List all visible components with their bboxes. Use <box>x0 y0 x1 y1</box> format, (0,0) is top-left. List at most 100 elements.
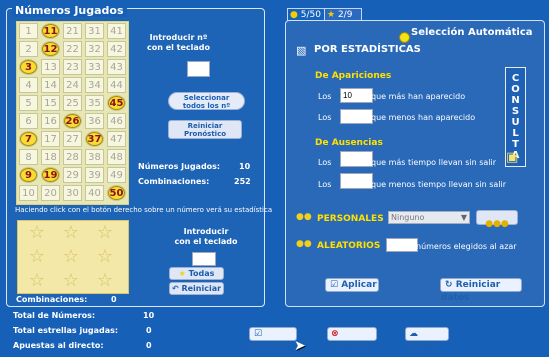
number-cell[interactable]: 19 <box>41 167 60 183</box>
number-cell[interactable]: 1 <box>19 23 38 39</box>
number-cell[interactable]: 39 <box>85 167 104 183</box>
number-cell[interactable]: 32 <box>85 41 104 57</box>
number-cell[interactable]: 38 <box>85 149 104 165</box>
number-keyboard-input[interactable] <box>187 61 210 77</box>
number-cell[interactable]: 20 <box>41 185 60 201</box>
number-cell[interactable]: 29 <box>63 167 82 183</box>
number-cell[interactable]: 23 <box>63 59 82 75</box>
star-icon: ★ <box>327 10 336 20</box>
number-cell[interactable]: 40 <box>85 185 104 201</box>
star-cell[interactable]: ☆ <box>96 248 114 266</box>
number-cell[interactable]: 2 <box>19 41 38 57</box>
help-button[interactable]: ☁ Ayuda <box>405 327 449 352</box>
number-cell[interactable]: 42 <box>107 41 126 57</box>
number-cell[interactable]: 22 <box>63 41 82 57</box>
numbers-played-value: 10 <box>239 162 251 171</box>
appearances-title: De Apariciones <box>315 71 392 81</box>
direct-bets-value: 0 <box>146 341 152 350</box>
direct-bets-label: Apuestas al directo: <box>13 341 104 350</box>
number-cell[interactable]: 25 <box>63 95 82 111</box>
select-all-numbers-button[interactable]: Seleccionar todos los nº <box>168 92 245 110</box>
personal-label: PERSONALES <box>317 214 384 224</box>
number-cell[interactable]: 41 <box>107 23 126 39</box>
edit-personal-button[interactable]: ●●● <box>476 210 518 229</box>
number-cell[interactable]: 13 <box>41 59 60 75</box>
stats-icon: ▧ <box>296 44 307 57</box>
reset-stars-button[interactable]: ↶ Reiniciar <box>169 282 224 295</box>
star-cell[interactable]: ☆ <box>28 272 46 290</box>
star-cell[interactable]: ☆ <box>62 272 80 290</box>
total-stars-label: Total estrellas jugadas: <box>13 326 119 335</box>
number-cell[interactable]: 48 <box>107 149 126 165</box>
star-cell[interactable]: ☆ <box>62 224 80 242</box>
number-cell[interactable]: 21 <box>63 23 82 39</box>
number-cell[interactable]: 47 <box>107 131 126 147</box>
cancel-button[interactable]: ⊗ Cancelar <box>327 327 377 352</box>
least-time-input[interactable] <box>340 173 373 189</box>
numbers-played-label: Números Jugados: <box>138 162 221 171</box>
number-cell[interactable]: 34 <box>85 77 104 93</box>
number-cell[interactable]: 37 <box>85 131 104 147</box>
reset-data-button[interactable]: ↻ Reiniciar datos <box>440 278 522 303</box>
least-appeared-input[interactable] <box>340 109 373 124</box>
los-label-1: Los <box>318 92 332 101</box>
check-icon: ☑ <box>330 280 339 290</box>
number-cell[interactable]: 44 <box>107 77 126 93</box>
number-cell[interactable]: 17 <box>41 131 60 147</box>
number-cell[interactable]: 4 <box>19 77 38 93</box>
star-cell[interactable]: ☆ <box>28 248 46 266</box>
number-cell[interactable]: 6 <box>19 113 38 129</box>
number-cell[interactable]: 11 <box>41 23 60 39</box>
number-cell[interactable]: 27 <box>63 131 82 147</box>
most-time-label: que más tiempo llevan sin salir <box>371 158 497 167</box>
personal-select[interactable]: Ninguno ▼ <box>388 211 470 224</box>
random-icon: ●● <box>296 239 312 249</box>
number-cell[interactable]: 35 <box>85 95 104 111</box>
number-cell[interactable]: 12 <box>41 41 60 57</box>
number-cell[interactable]: 10 <box>19 185 38 201</box>
accept-button[interactable]: ☑ Aceptar <box>249 327 297 352</box>
number-cell[interactable]: 28 <box>63 149 82 165</box>
number-cell[interactable]: 9 <box>19 167 38 183</box>
introducir-teclado-label: Introducir nº con el teclado <box>146 33 211 52</box>
number-cell[interactable]: 15 <box>41 95 60 111</box>
number-cell[interactable]: 3 <box>19 59 38 75</box>
cancel-icon: ⊗ <box>331 329 339 339</box>
number-cell[interactable]: 33 <box>85 59 104 75</box>
star-cell[interactable]: ☆ <box>62 248 80 266</box>
auto-selection-title: Selección Automática <box>411 27 533 38</box>
random-count-input[interactable] <box>386 238 418 252</box>
number-cell[interactable]: 7 <box>19 131 38 147</box>
most-appeared-input[interactable] <box>340 88 373 103</box>
number-cell[interactable]: 50 <box>107 185 126 201</box>
number-cell[interactable]: 49 <box>107 167 126 183</box>
star-cell[interactable]: ☆ <box>96 224 114 242</box>
number-cell[interactable]: 26 <box>63 113 82 129</box>
number-cell[interactable]: 46 <box>107 113 126 129</box>
reset-forecast-button[interactable]: Reiniciar Pronóstico <box>168 120 242 139</box>
number-cell[interactable]: 36 <box>85 113 104 129</box>
number-grid: 1 2 3 4 5 6 7 8 9 10 11 12 13 14 15 16 17 18 19 20 21 22 23 24 2… <box>16 21 129 205</box>
number-cell[interactable]: 43 <box>107 59 126 75</box>
number-cell[interactable]: 18 <box>41 149 60 165</box>
random-count-label: números elegidos al azar <box>416 242 517 251</box>
cursor-icon: ➤ <box>294 338 306 354</box>
number-cell[interactable]: 24 <box>63 77 82 93</box>
most-time-input[interactable] <box>340 151 373 167</box>
star-cell[interactable]: ☆ <box>28 224 46 242</box>
number-cell[interactable]: 16 <box>41 113 60 129</box>
all-stars-button[interactable]: ★ Todas <box>169 267 224 280</box>
numbers-panel-title: Números Jugados <box>12 4 127 17</box>
los-label-4: Los <box>318 180 332 189</box>
star-cell[interactable]: ☆ <box>96 272 114 290</box>
number-cell[interactable]: 5 <box>19 95 38 111</box>
number-cell[interactable]: 30 <box>63 185 82 201</box>
number-cell[interactable]: 8 <box>19 149 38 165</box>
apply-button[interactable]: ☑ Aplicar <box>325 278 379 292</box>
number-cell[interactable]: 31 <box>85 23 104 39</box>
checkbox-icon: ☑ <box>254 329 263 339</box>
number-cell[interactable]: 45 <box>107 95 126 111</box>
number-cell[interactable]: 14 <box>41 77 60 93</box>
star-keyboard-input[interactable] <box>192 252 216 266</box>
all-stars-label: Todas <box>188 269 215 278</box>
